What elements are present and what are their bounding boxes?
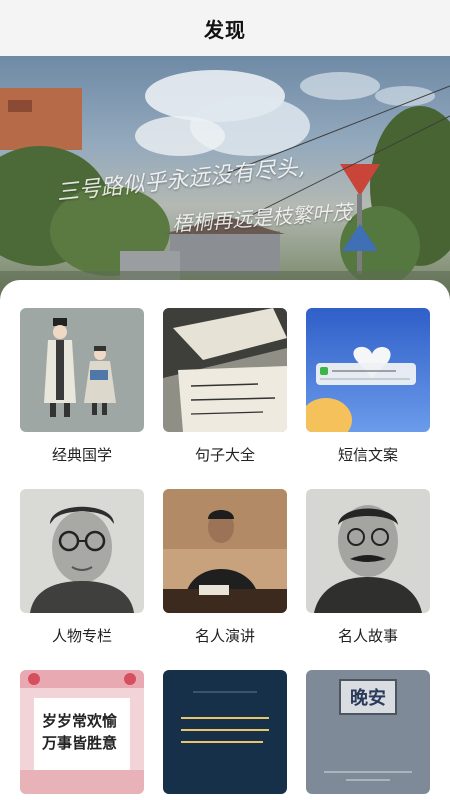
category-label: 短信文案 xyxy=(337,446,398,464)
category-card-speeches[interactable]: 名人演讲 xyxy=(163,489,287,646)
page-title: 发现 xyxy=(204,17,246,42)
poster-goodnight-text: 晚安 xyxy=(350,688,386,709)
mustache-portrait-photo-icon xyxy=(306,489,430,613)
calligraphy-poster-icon: 岁岁常欢愉 万事皆胜意 xyxy=(20,670,144,794)
app-header: 发现 xyxy=(0,0,450,56)
category-card-goodnight[interactable]: 晚安 xyxy=(306,670,430,794)
portrait-glasses-photo-icon xyxy=(20,489,144,613)
heart-cloud-photo-icon xyxy=(306,308,430,432)
banner-image[interactable]: 三号路似乎永远没有尽头, 梧桐再远是枝繁叶茂 xyxy=(0,56,450,306)
dark-quote-poster-icon xyxy=(163,670,287,794)
category-label: 名人故事 xyxy=(337,627,398,645)
night-sign-poster-icon: 晚安 xyxy=(306,670,430,794)
scholars-illustration-icon xyxy=(20,308,144,432)
category-label: 人物专栏 xyxy=(51,627,112,645)
category-card-sentences[interactable]: 句子大全 xyxy=(163,308,287,465)
category-card-sms[interactable]: 短信文案 xyxy=(306,308,430,465)
category-label: 名人演讲 xyxy=(194,627,255,645)
speaker-portrait-photo-icon xyxy=(163,489,287,613)
category-label: 经典国学 xyxy=(51,446,112,464)
category-card-figures[interactable]: 人物专栏 xyxy=(20,489,144,646)
poster-calligraphy-text: 岁岁常欢愉 万事皆胜意 xyxy=(42,712,118,752)
category-card-classics[interactable]: 经典国学 xyxy=(20,308,144,465)
handwritten-note-photo-icon xyxy=(163,308,287,432)
category-card-quotes-dark[interactable] xyxy=(163,670,287,794)
category-label: 句子大全 xyxy=(194,446,255,464)
category-card-stories[interactable]: 名人故事 xyxy=(306,489,430,646)
content-panel: 经典国学 句子大全 短信文案 人物专栏 名人演讲 名人故事 岁岁常欢愉 万事皆胜… xyxy=(0,280,450,800)
category-card-calligraphy[interactable]: 岁岁常欢愉 万事皆胜意 xyxy=(20,670,144,794)
